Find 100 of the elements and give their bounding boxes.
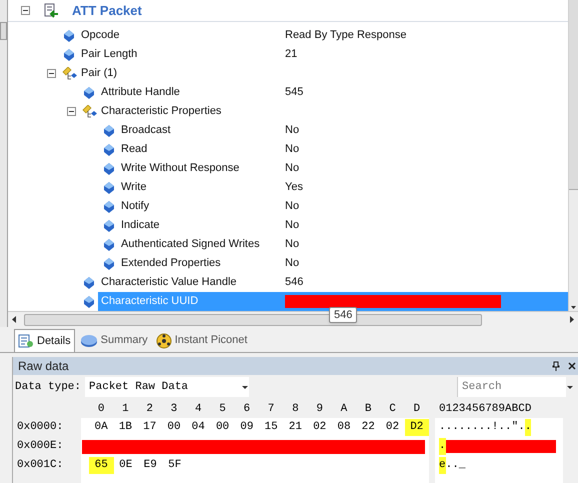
hex-byte: 09	[239, 420, 254, 436]
field-name: Write Without Response	[120, 161, 240, 176]
field-value: Yes	[285, 180, 303, 196]
diamond-icon	[104, 220, 114, 232]
scroll-left-icon[interactable]	[10, 315, 18, 324]
vertical-scrollbar[interactable]	[568, 0, 578, 311]
packet-icon	[43, 2, 59, 18]
field-value: No	[285, 237, 300, 252]
collapse-toggle[interactable]	[21, 6, 30, 15]
field-name: Pair (1)	[80, 66, 118, 82]
pin-icon[interactable]	[552, 361, 560, 371]
field-value: No	[285, 161, 300, 176]
field-name: Read	[120, 142, 148, 158]
ascii-text: .	[524, 419, 532, 436]
column-header: D	[412, 402, 422, 417]
field-name: Authenticated Signed Writes	[120, 237, 261, 252]
tree-row[interactable]: Characteristic Value Handle 546	[98, 273, 568, 292]
hex-byte: 0A	[94, 420, 109, 436]
hex-byte: E9	[142, 458, 158, 474]
field-name: Characteristic UUID	[100, 294, 200, 310]
tree-row[interactable]: Broadcast No	[118, 121, 568, 140]
field-value: 545	[285, 85, 304, 100]
field-value: No	[285, 218, 300, 234]
tree-row[interactable]: Authenticated Signed Writes No	[118, 235, 568, 254]
ascii-text: _	[458, 458, 466, 474]
data-type-dropdown[interactable]: Packet Raw Data	[85, 377, 250, 397]
column-header: 8	[291, 402, 300, 417]
tree-row[interactable]: Pair (1)	[78, 64, 568, 83]
hex-byte: 21	[288, 420, 303, 436]
field-label: Data type:	[15, 380, 82, 395]
caret-icon	[566, 383, 574, 391]
hex-byte: 15	[264, 420, 279, 436]
field-name: Extended Properties	[120, 256, 222, 272]
tree-row[interactable]: Write Without Response No	[118, 159, 568, 178]
hex-byte: 22	[360, 420, 376, 436]
field-name: Broadcast	[120, 123, 172, 138]
column-header: 0123456789ABCD	[439, 403, 532, 415]
column-header: C	[388, 402, 397, 417]
collapse-toggle[interactable]	[67, 107, 76, 116]
scrollbar-thumb[interactable]	[0, 22, 7, 40]
column-header: 2	[145, 402, 154, 417]
field-name: Write	[120, 180, 148, 196]
offset-label: 0x000E:	[16, 439, 64, 454]
tree-row[interactable]: Characteristic Properties	[98, 102, 568, 121]
column-header: 6	[242, 402, 252, 417]
tree-row[interactable]: Indicate No	[118, 216, 568, 235]
diamond-icon	[84, 86, 94, 98]
diamond-icon	[64, 48, 74, 60]
ascii-text: ........!..".	[439, 420, 525, 436]
field-name: Attribute Handle	[100, 85, 181, 100]
search-field[interactable]: Search	[458, 377, 566, 397]
hex-byte: 02	[384, 420, 400, 436]
ascii-text: ..	[446, 458, 459, 474]
horizontal-scrollbar[interactable]	[8, 311, 578, 327]
collapse-toggle[interactable]	[47, 69, 56, 78]
tree-row[interactable]: Notify No	[118, 197, 568, 216]
hex-byte: 00	[214, 420, 230, 436]
group-icon	[62, 66, 78, 80]
field-name: Indicate	[120, 218, 161, 234]
column-header: 4	[194, 402, 203, 417]
hex-byte: 04	[190, 420, 206, 436]
field-value: No	[285, 199, 300, 214]
diamond-icon	[104, 144, 114, 156]
disc-icon	[80, 334, 98, 348]
tab[interactable]: Instant Piconet	[152, 329, 250, 352]
column-header: 1	[121, 402, 130, 417]
column-header: B	[364, 402, 373, 417]
diamond-icon	[104, 124, 114, 136]
column-header: 3	[170, 402, 178, 417]
diamond-icon	[84, 296, 94, 308]
diamond-icon	[104, 258, 114, 270]
field-name: Characteristic Value Handle	[100, 275, 238, 290]
field-name: Opcode	[80, 28, 121, 44]
tree-row[interactable]: Write Yes	[118, 178, 568, 197]
field-name: Characteristic Properties	[100, 104, 222, 120]
hex-byte: 17	[142, 420, 158, 436]
scroll-right-icon[interactable]	[568, 315, 576, 324]
hex-byte: 08	[336, 420, 352, 436]
diamond-icon	[104, 200, 114, 212]
close-icon[interactable]	[568, 361, 576, 371]
tree-row[interactable]: Pair Length 21	[78, 45, 568, 64]
column-header: 0	[96, 402, 106, 417]
hex-byte: 0E	[118, 458, 134, 474]
ascii-text: .	[439, 438, 446, 455]
hex-byte: 02	[312, 420, 328, 436]
tree-row[interactable]: Opcode Read By Type Response	[78, 26, 568, 45]
field-value: No	[285, 256, 300, 272]
tree-row[interactable]: Extended Properties No	[118, 254, 568, 273]
panel-title: Raw data	[18, 358, 70, 375]
caret-icon	[241, 383, 250, 391]
offset-label: 0x001C:	[16, 458, 64, 473]
document-icon	[18, 334, 34, 348]
tab[interactable]: Details	[14, 329, 75, 352]
tab[interactable]: Summary	[76, 329, 151, 352]
diamond-icon	[64, 30, 74, 42]
tree-row[interactable]: Attribute Handle 545	[98, 83, 568, 102]
field-value: Read By Type Response	[285, 28, 406, 44]
column-header: 5	[218, 402, 227, 417]
diamond-icon	[104, 238, 114, 250]
tree-row[interactable]: Read No	[118, 140, 568, 159]
